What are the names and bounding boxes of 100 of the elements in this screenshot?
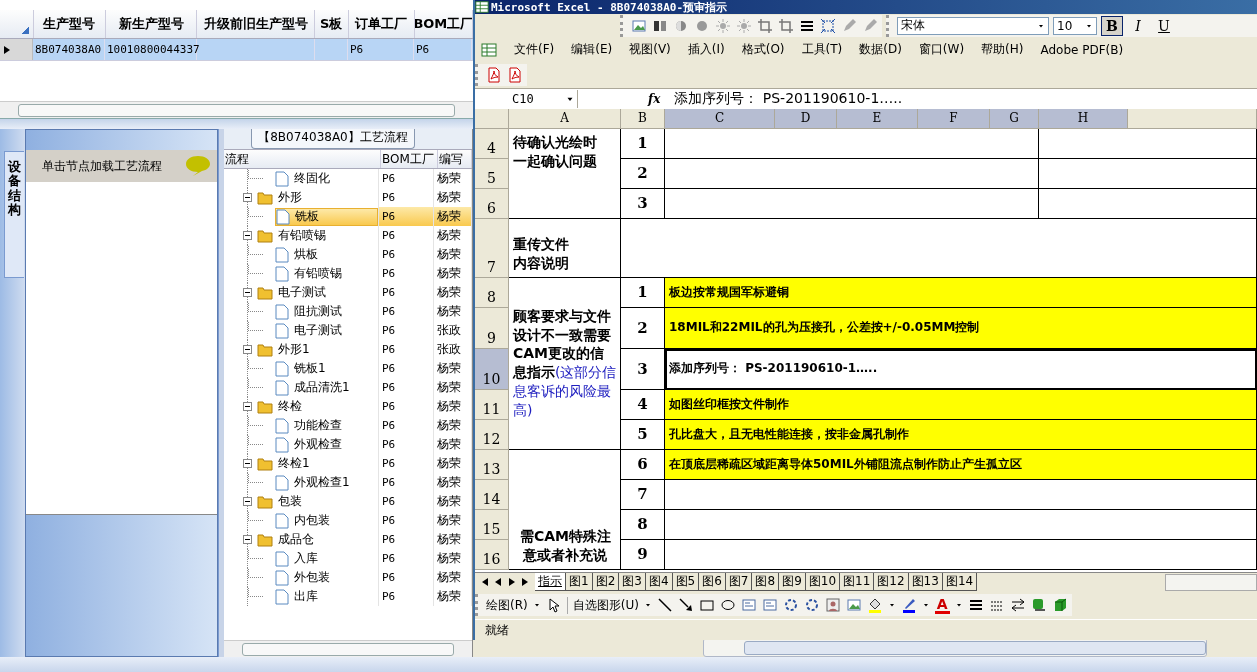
tree-item[interactable]: 功能检查: [275, 416, 378, 435]
sheet-tab[interactable]: 图6: [699, 573, 726, 592]
row-header[interactable]: 9: [475, 307, 509, 349]
tree-item[interactable]: 电子测试: [257, 283, 378, 302]
column-header[interactable]: 新生产型号: [105, 10, 198, 38]
sheet-tab[interactable]: 图11: [840, 573, 875, 592]
menu-item[interactable]: 文件(F): [514, 41, 555, 59]
collapse-toggle-icon[interactable]: [243, 345, 252, 354]
sheet-tab[interactable]: 图9: [779, 573, 806, 592]
shadow-icon[interactable]: [1030, 597, 1047, 614]
format-button[interactable]: U: [1153, 15, 1175, 36]
sheet-tab[interactable]: 图1: [566, 573, 593, 592]
sheet-tab[interactable]: 图14: [942, 573, 978, 592]
column-header[interactable]: 升级前旧生产型号: [197, 10, 315, 38]
sheet-cell[interactable]: [665, 509, 1257, 540]
sheet-cell[interactable]: 板边按常规国军标避铜: [665, 277, 1257, 308]
row-header[interactable]: 5: [475, 158, 509, 189]
row-header[interactable]: 13: [475, 449, 509, 480]
arrows-icon[interactable]: [1009, 597, 1026, 614]
font-color-button[interactable]: A: [934, 596, 950, 614]
tree-item[interactable]: 入库: [275, 549, 378, 568]
format-button[interactable]: B: [1101, 15, 1123, 36]
tree-item[interactable]: 外形: [257, 188, 378, 207]
brush-icon[interactable]: [900, 597, 917, 614]
menu-item[interactable]: 编辑(E): [571, 41, 613, 59]
rectangle-icon[interactable]: [698, 597, 715, 614]
menu-item[interactable]: 插入(I): [687, 41, 725, 59]
sheet-tab[interactable]: 图7: [725, 573, 753, 592]
column-header[interactable]: D: [775, 108, 837, 129]
row-header[interactable]: 4: [475, 128, 509, 159]
column-header[interactable]: A: [509, 108, 621, 129]
crop-icon[interactable]: [778, 17, 794, 34]
column-header[interactable]: H: [1039, 108, 1128, 129]
tree-item[interactable]: 外观检查1: [275, 473, 378, 492]
sheet-cell[interactable]: [1039, 128, 1257, 159]
autoshape-menu-button[interactable]: 自选图形(U): [566, 596, 639, 614]
sheet-tab[interactable]: 图8: [752, 573, 780, 592]
font-size-dropdown[interactable]: 10: [1053, 16, 1097, 35]
sheet-cell[interactable]: 在顶底层稀疏区域距离导体50MIL外铺阻流点制作防止产生孤立区: [665, 449, 1257, 480]
sheet-tab[interactable]: 图13: [908, 573, 943, 592]
sheet-tab[interactable]: 图10: [805, 573, 841, 592]
line-icon[interactable]: [656, 597, 673, 614]
menu-item[interactable]: 帮助(H): [981, 41, 1024, 59]
sheet-tab[interactable]: 图12: [874, 573, 909, 592]
collapse-toggle-icon[interactable]: [243, 497, 252, 506]
row-header[interactable]: 10: [475, 348, 509, 390]
collapse-toggle-icon[interactable]: [243, 535, 252, 544]
menu-item[interactable]: 格式(O): [741, 41, 785, 59]
tree-item[interactable]: 成品清洗1: [275, 378, 378, 397]
tree-item[interactable]: 铣板: [275, 207, 378, 226]
crop-icon[interactable]: [757, 17, 773, 34]
row-header[interactable]: 8: [475, 277, 509, 308]
formula-field[interactable]: 添加序列号： PS-201190610-1…..: [674, 89, 903, 108]
tree-item[interactable]: 有铅喷锡: [275, 264, 378, 283]
sheet-cell[interactable]: [665, 128, 1039, 159]
sheet-tab[interactable]: 图4: [645, 573, 673, 592]
tree-item[interactable]: 包装: [257, 492, 378, 511]
horizontal-scrollbar[interactable]: [1165, 573, 1257, 591]
collapse-toggle-icon[interactable]: [243, 288, 252, 297]
sheet-cell[interactable]: [1039, 188, 1257, 219]
draw-menu-button[interactable]: 绘图(R): [486, 596, 528, 614]
column-header[interactable]: 订单工厂: [348, 10, 415, 38]
menu-item[interactable]: 窗口(W): [918, 41, 965, 59]
tree-item[interactable]: 外包装: [275, 568, 378, 587]
tree-item[interactable]: 电子测试: [275, 321, 378, 340]
tree-item[interactable]: 外形1: [257, 340, 378, 359]
column-header[interactable]: S板: [315, 10, 349, 38]
sheet-tab[interactable]: 指示: [535, 573, 566, 592]
sheet-cell[interactable]: 添加序列号： PS-201190610-1…..: [665, 348, 1257, 390]
previous-sheet-icon[interactable]: [493, 577, 503, 588]
pdf-icon[interactable]: [507, 66, 523, 83]
sheet-cell[interactable]: [665, 188, 1039, 219]
tree-item[interactable]: 终检1: [257, 454, 378, 473]
sheet-tab[interactable]: 图3: [619, 573, 646, 592]
function-label[interactable]: fx: [648, 91, 661, 106]
process-tab[interactable]: 【8B074038A0】工艺流程: [251, 129, 415, 149]
tree-item[interactable]: 有铅喷锡: [257, 226, 378, 245]
menu-item[interactable]: 工具(T): [801, 41, 843, 59]
menu-item[interactable]: 视图(V): [629, 41, 671, 59]
tree-item[interactable]: 外观检查: [275, 435, 378, 454]
image-icon[interactable]: [631, 17, 647, 34]
horizontal-scrollbar[interactable]: [0, 101, 473, 118]
sheet-cell[interactable]: 如图丝印框按文件制作: [665, 389, 1257, 420]
row-header[interactable]: 12: [475, 419, 509, 450]
tree-item[interactable]: 出库: [275, 587, 378, 606]
diagram-icon[interactable]: [803, 597, 820, 614]
tree-item[interactable]: 内包装: [275, 511, 378, 530]
row-header[interactable]: 7: [475, 218, 509, 278]
row-header[interactable]: [0, 39, 33, 60]
column-header[interactable]: 流程: [224, 150, 381, 168]
row-header[interactable]: 15: [475, 509, 509, 540]
side-tab[interactable]: 设备结构: [4, 151, 24, 279]
tree-item[interactable]: 烘板: [275, 245, 378, 264]
sheet-cell[interactable]: 18MIL和22MIL的孔为压接孔，公差按+/-0.05MM控制: [665, 307, 1257, 349]
column-header[interactable]: 生产型号: [33, 10, 106, 38]
sheet-cell[interactable]: [665, 479, 1257, 510]
column-header[interactable]: 编写: [438, 150, 472, 168]
tree-item[interactable]: 终检: [257, 397, 378, 416]
next-sheet-icon[interactable]: [507, 577, 517, 588]
column-header[interactable]: F: [918, 108, 990, 129]
